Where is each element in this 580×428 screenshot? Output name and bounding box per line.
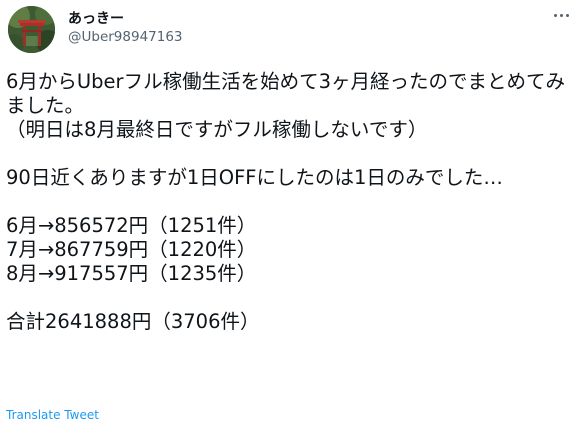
author-display-name[interactable]: あっきー <box>68 8 124 28</box>
tweet-text: 6月からUberフル稼働生活を始めて3ヶ月経ったのでまとめてみました。 （明日は… <box>6 70 565 333</box>
tweet-card: あっきー @Uber98947163 6月からUberフル稼働生活を始めて3ヶ月… <box>0 0 580 428</box>
avatar-photo-icon <box>8 6 55 53</box>
avatar[interactable] <box>8 6 55 53</box>
more-options-icon[interactable] <box>550 6 572 24</box>
author-handle[interactable]: @Uber98947163 <box>68 29 183 45</box>
more-dot <box>559 13 563 17</box>
translate-tweet-link[interactable]: Translate Tweet <box>6 408 99 422</box>
more-dot <box>565 13 569 17</box>
more-dot <box>553 13 557 17</box>
